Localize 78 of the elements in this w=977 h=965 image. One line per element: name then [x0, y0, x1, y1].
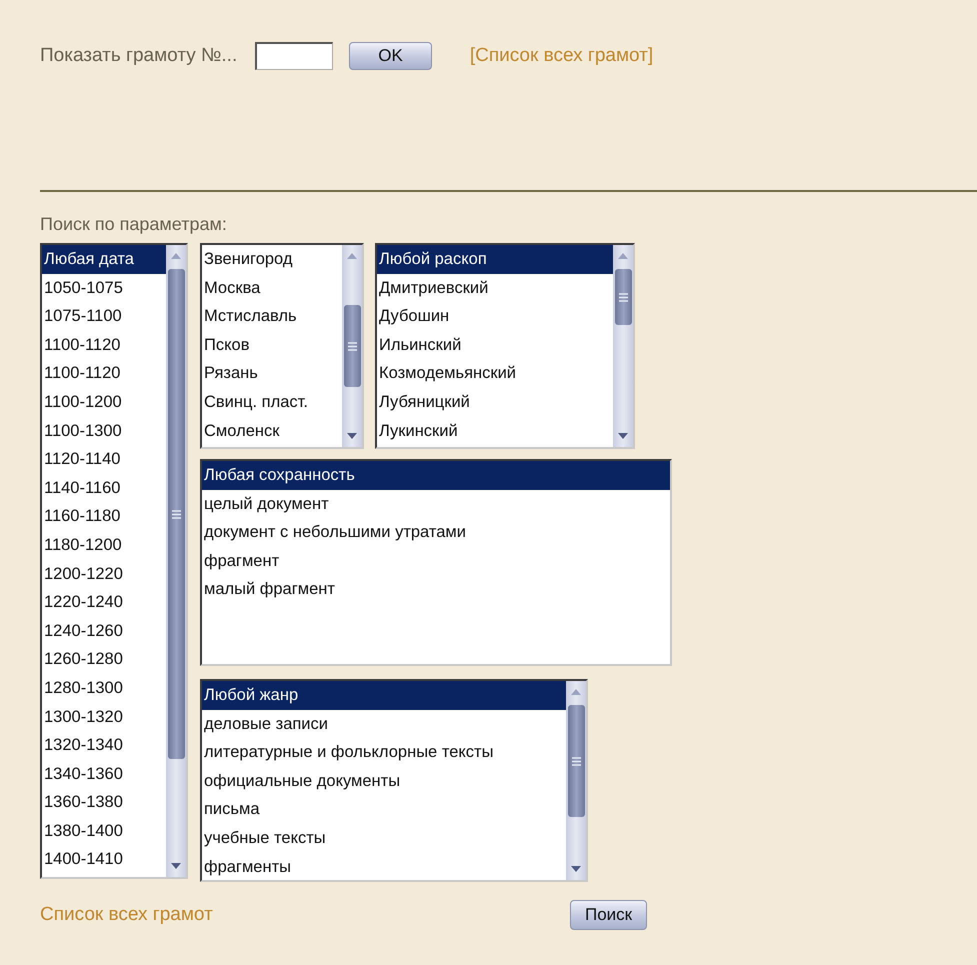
scrollbar[interactable]: [613, 245, 633, 447]
list-option[interactable]: 1100-1300: [42, 416, 166, 446]
list-option[interactable]: учебные тексты: [202, 824, 566, 853]
scroll-down-arrow-icon[interactable]: [618, 433, 628, 439]
scroll-down-arrow-icon[interactable]: [571, 866, 581, 872]
list-option[interactable]: фрагменты: [202, 852, 566, 880]
list-option[interactable]: 1400-1410: [42, 845, 166, 874]
grip-icon: [572, 756, 580, 766]
list-option[interactable]: Любая сохранность: [202, 461, 670, 490]
date-listbox[interactable]: [40, 243, 188, 879]
list-option[interactable]: Дубошин: [377, 302, 613, 331]
scroll-thumb[interactable]: [168, 269, 184, 759]
scroll-up-arrow-icon[interactable]: [347, 253, 357, 259]
number-input[interactable]: [255, 42, 334, 70]
scrollbar[interactable]: [166, 245, 186, 877]
list-option[interactable]: 1100-1120: [42, 330, 166, 360]
list-option[interactable]: Рязань: [202, 359, 342, 388]
list-option[interactable]: 1220-1240: [42, 588, 166, 617]
scroll-thumb[interactable]: [614, 269, 632, 325]
search-button[interactable]: Поиск: [570, 900, 648, 930]
list-option[interactable]: целый документ: [202, 490, 670, 518]
list-option[interactable]: Дмитриевский: [377, 274, 613, 302]
scroll-thumb[interactable]: [344, 305, 360, 387]
list-option[interactable]: Свинц. пласт.: [202, 388, 342, 417]
list-option[interactable]: Любая дата: [42, 245, 166, 274]
scroll-up-arrow-icon[interactable]: [171, 253, 181, 259]
list-option[interactable]: Москва: [202, 274, 342, 302]
ok-button[interactable]: OK: [349, 42, 432, 70]
list-option[interactable]: Смоленск: [202, 416, 342, 446]
list-option[interactable]: 1300-1320: [42, 702, 166, 732]
list-option[interactable]: 1050-1075: [42, 274, 166, 302]
list-option[interactable]: 1260-1280: [42, 645, 166, 674]
scroll-down-arrow-icon[interactable]: [347, 433, 357, 439]
scrollbar[interactable]: [342, 245, 362, 447]
list-option[interactable]: малый фрагмент: [202, 575, 670, 604]
list-option[interactable]: документ с небольшими утратами: [202, 518, 670, 547]
list-option[interactable]: 1180-1200: [42, 530, 166, 560]
list-option[interactable]: 1320-1340: [42, 731, 166, 760]
list-option[interactable]: Звенигород: [202, 245, 342, 274]
list-option[interactable]: 1200-1220: [42, 560, 166, 588]
search-heading: Поиск по параметрам:: [40, 214, 228, 235]
list-option[interactable]: Лукинский: [377, 416, 613, 446]
list-option[interactable]: 1340-1360: [42, 760, 166, 788]
list-option[interactable]: Козмодемьянский: [377, 359, 613, 388]
scroll-up-arrow-icon[interactable]: [618, 253, 628, 259]
grip-icon: [172, 510, 180, 518]
list-option[interactable]: 1140-1160: [42, 474, 166, 502]
list-option[interactable]: 1360-1380: [42, 788, 166, 817]
scrollbar[interactable]: [566, 681, 586, 880]
list-option[interactable]: Лубяницкий: [377, 388, 613, 417]
genre-listbox[interactable]: Любой жанр деловые записи литературные и фольклорные тексты официальные документы письма учебные тексты фрагменты: [200, 679, 588, 882]
city-listbox[interactable]: Звенигород Москва Мстиславль Псков Рязань Свинц. пласт. Смоленск: [200, 243, 364, 449]
list-option[interactable]: Любой раскоп: [377, 245, 613, 274]
list-option[interactable]: 1380-1400: [42, 816, 166, 846]
list-option[interactable]: 1100-1120: [42, 359, 166, 388]
list-option[interactable]: Мстиславль: [202, 302, 342, 331]
list-option[interactable]: 1100-1200: [42, 388, 166, 417]
list-option[interactable]: литературные и фольклорные тексты: [202, 738, 566, 767]
preservation-listbox[interactable]: Любая сохранность целый документ документ с небольшими утратами фрагмент малый фрагмент: [200, 459, 672, 666]
excavation-listbox[interactable]: Любой раскоп Дмитриевский Дубошин Ильинский Козмодемьянский Лубяницкий Лукинский: [375, 243, 635, 449]
list-option[interactable]: письма: [202, 795, 566, 824]
list-option[interactable]: 1075-1100: [42, 302, 166, 331]
list-option[interactable]: 1120-1140: [42, 445, 166, 474]
grip-icon: [348, 342, 356, 350]
list-option[interactable]: Любой жанр: [202, 681, 566, 710]
lookup-label: Показать грамоту №...: [40, 45, 238, 67]
list-option[interactable]: официальные документы: [202, 766, 566, 796]
list-option[interactable]: Ильинский: [377, 330, 613, 360]
grip-icon: [618, 292, 628, 302]
scroll-up-arrow-icon[interactable]: [571, 689, 581, 695]
list-option[interactable]: 1280-1300: [42, 674, 166, 702]
list-option[interactable]: 1160-1180: [42, 502, 166, 531]
list-option[interactable]: фрагмент: [202, 546, 670, 576]
list-option[interactable]: деловые записи: [202, 710, 566, 738]
scroll-down-arrow-icon[interactable]: [171, 863, 181, 869]
list-option[interactable]: Псков: [202, 330, 342, 360]
scroll-thumb[interactable]: [568, 705, 584, 817]
list-option[interactable]: 1240-1260: [42, 616, 166, 646]
